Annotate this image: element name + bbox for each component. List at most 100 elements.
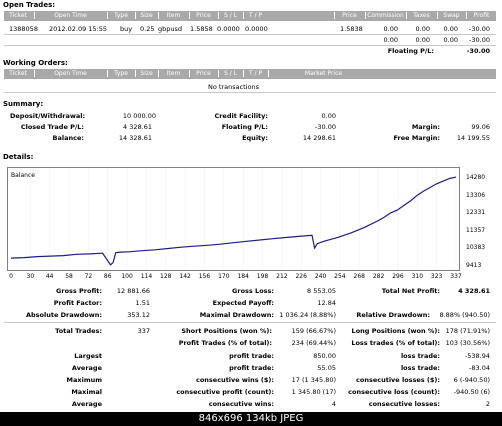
open-trades-header: Ticket Open Time Type Size Item Price S … — [4, 11, 496, 21]
balance-chart-svg: Balance — [10, 168, 457, 270]
deposit-value: 10 000.00 — [122, 112, 156, 120]
free-margin-label: Free Margin: — [393, 134, 440, 142]
col-open-time: Open Time — [34, 12, 106, 19]
col-ticket: Ticket — [9, 12, 27, 19]
trade-commission: 0.00 — [383, 25, 398, 33]
average-label: Average — [71, 364, 102, 372]
col-item: Item — [158, 12, 188, 19]
trade-ticket: 1388058 — [9, 25, 38, 33]
margin-value: 99.06 — [471, 123, 490, 131]
col-market-price: Market Price — [268, 70, 378, 77]
expected-payoff-label: Expected Payoff: — [212, 299, 274, 307]
max-consec-losses-label: consecutive losses ($): — [356, 376, 440, 384]
col-taxes: Taxes — [406, 12, 436, 19]
maximal-consec-loss-value: -940.50 (6) — [453, 388, 490, 396]
image-info-bar: 846x696 134kb JPEG — [0, 412, 502, 426]
x-tick-label: 212 — [276, 273, 288, 280]
balance-series-line — [10, 176, 457, 266]
maximal-consec-profit-label: consecutive profit (count): — [176, 388, 274, 396]
y-tick-label: 11357 — [466, 226, 486, 234]
avg-loss-value: -83.04 — [469, 364, 490, 372]
trade-cur-price: 1.5838 — [340, 25, 363, 33]
working-orders-header: Ticket Open Time Type Size Item Price S … — [4, 69, 496, 79]
col-price: Price — [189, 12, 217, 19]
largest-loss-label: loss trade: — [400, 352, 440, 360]
largest-label: Largest — [74, 352, 102, 360]
balance-chart: Balance — [7, 167, 460, 271]
trade-swap: 0.00 — [443, 25, 458, 33]
y-tick-label: 13306 — [466, 191, 486, 199]
average2-label: Average — [71, 400, 102, 408]
col-size: Size — [135, 12, 157, 19]
x-tick-label: 128 — [160, 273, 172, 280]
max-consec-wins-value: 17 (1 345.80) — [291, 376, 336, 384]
balance-label: Balance: — [52, 134, 84, 142]
col-tp: T / P — [243, 12, 267, 19]
maximal-drawdown-label: Maximal Drawdown: — [199, 311, 274, 319]
gross-profit-label: Gross Profit: — [56, 287, 102, 295]
absolute-drawdown-label: Absolute Drawdown: — [26, 311, 102, 319]
y-tick-label: 14280 — [466, 173, 486, 181]
col-price2: Price — [334, 12, 364, 19]
trade-size: 0.25 — [140, 25, 155, 33]
trade-profit: -30.00 — [469, 25, 490, 33]
total-taxes: 0.00 — [415, 36, 430, 44]
divider — [4, 45, 496, 46]
trade-price: 1.5858 — [190, 25, 213, 33]
x-tick-label: 142 — [179, 273, 191, 280]
max-consec-wins-label: consecutive wins ($): — [195, 376, 274, 384]
col-price: Price — [189, 70, 217, 77]
trade-open-time: 2012.02.09 15:55 — [49, 25, 108, 33]
y-tick-label: 10383 — [466, 244, 486, 252]
maximal-consec-loss-label: consecutive loss (count): — [348, 388, 440, 396]
col-swap: Swap — [437, 12, 465, 19]
total-commission: 0.00 — [383, 36, 398, 44]
x-tick-label: 86 — [103, 273, 112, 280]
x-tick-label: 268 — [353, 273, 365, 280]
x-tick-label: 226 — [295, 273, 307, 280]
trade-taxes: 0.00 — [415, 25, 430, 33]
x-tick-label: 254 — [334, 273, 346, 280]
x-tick-label: 156 — [198, 273, 211, 280]
x-tick-label: 72 — [84, 273, 93, 280]
deposit-label: Deposit/Withdrawal: — [10, 112, 86, 120]
avg-profit-value: 55.05 — [317, 364, 336, 372]
relative-drawdown-label: Relative Drawdown: — [356, 311, 430, 319]
divider — [4, 322, 496, 323]
floating-pl-value: -30.00 — [466, 47, 490, 55]
largest-profit-value: 850.00 — [313, 352, 336, 360]
x-tick-label: 170 — [218, 273, 230, 280]
avg-consec-losses-label: consecutive losses: — [368, 400, 440, 408]
y-tick-label: 12331 — [466, 209, 486, 217]
chart-title: Balance — [11, 172, 35, 179]
trade-tp: 0.0000 — [245, 25, 268, 33]
avg-profit-label: profit trade: — [229, 364, 274, 372]
free-margin-value: 14 199.55 — [456, 134, 490, 142]
closed-pl-value: 4 328.61 — [123, 123, 152, 131]
avg-consec-wins-value: 4 — [331, 400, 336, 408]
profit-factor-label: Profit Factor: — [53, 299, 102, 307]
col-item: Item — [158, 70, 188, 77]
x-tick-label: 282 — [372, 273, 385, 280]
expected-payoff-value: 12.84 — [317, 299, 336, 307]
balance-value: 14 328.61 — [118, 134, 152, 142]
long-positions-label: Long Positions (won %): — [351, 327, 440, 335]
equity-value: 14 298.61 — [302, 134, 336, 142]
avg-loss-label: loss trade: — [400, 364, 440, 372]
loss-trades-label: Loss trades (% of total): — [351, 339, 440, 347]
maximal-drawdown-value: 1 036.24 (8.88%) — [279, 311, 336, 319]
col-tp: T / P — [243, 70, 267, 77]
summary-title: Summary: — [3, 100, 44, 108]
summary-floating-label: Floating P/L: — [221, 123, 268, 131]
x-tick-label: 30 — [26, 273, 35, 280]
credit-value: 0.00 — [321, 112, 336, 120]
divider — [4, 92, 496, 93]
col-ticket: Ticket — [9, 70, 27, 77]
col-sl: S / L — [218, 12, 242, 19]
x-tick-label: 310 — [411, 273, 424, 280]
total-trades-label: Total Trades: — [55, 327, 102, 335]
col-type: Type — [107, 12, 134, 19]
x-tick-label: 296 — [392, 273, 404, 280]
x-tick-label: 114 — [140, 273, 153, 280]
working-orders-title: Working Orders: — [3, 59, 68, 67]
